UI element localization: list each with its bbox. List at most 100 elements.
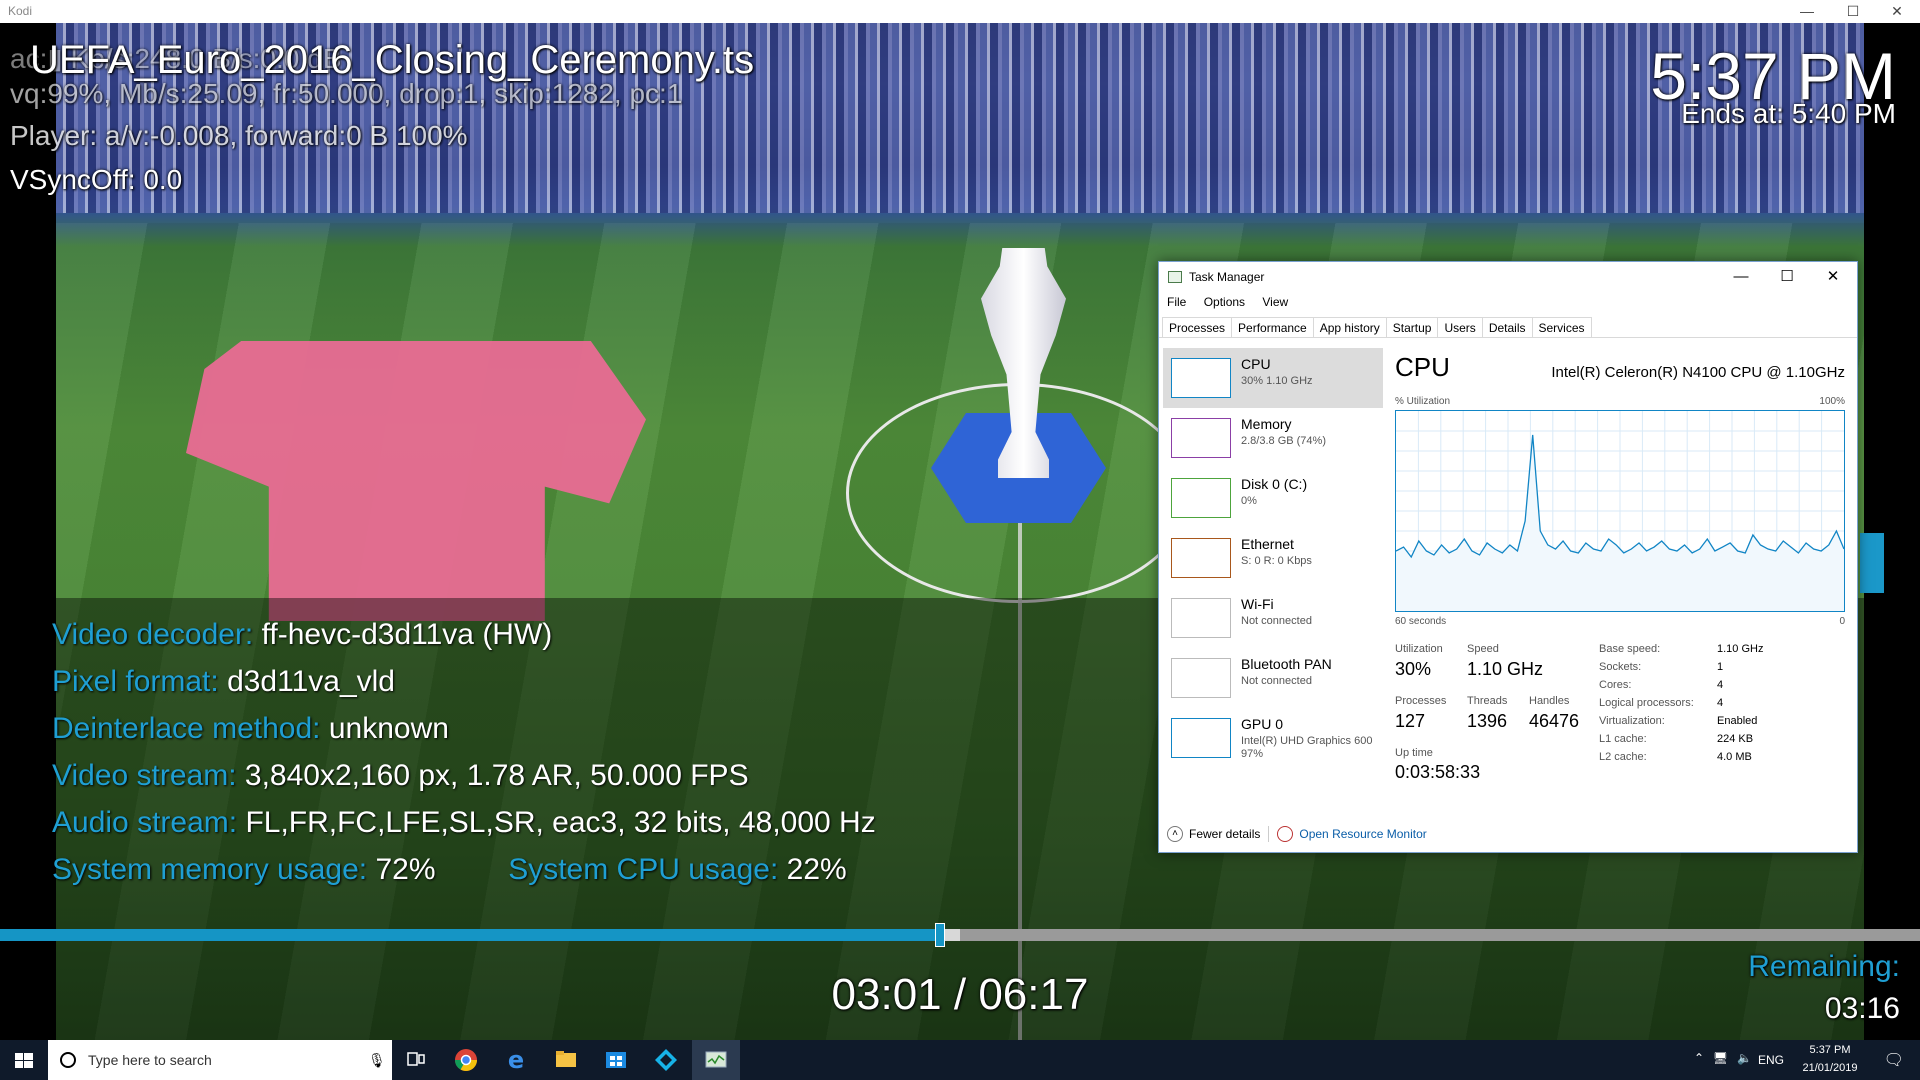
- media-title: UEFA_Euro_2016_Closing_Ceremony.ts: [30, 38, 755, 82]
- task-manager-taskbar-icon[interactable]: [692, 1040, 740, 1080]
- performance-panel: CPU 30% 1.10 GHz Memory 2.8/3.8 GB (74%) Dis…: [1159, 337, 1857, 782]
- video-stream-value: 3,840x2,160 px, 1.78 AR, 50.000 FPS: [244, 759, 749, 792]
- deinterlace-value: unknown: [328, 712, 449, 745]
- volume-icon[interactable]: 🔈: [1737, 1051, 1752, 1065]
- sys-mem-value: 72%: [375, 853, 436, 886]
- resource-name: Wi-Fi: [1241, 596, 1274, 612]
- resource-thumbnail: [1171, 478, 1231, 518]
- sys-cpu-label: System CPU usage:: [508, 853, 779, 886]
- minimize-button[interactable]: —: [1784, 0, 1830, 23]
- tab-users[interactable]: Users: [1437, 317, 1483, 338]
- tm-maximize-button[interactable]: ☐: [1764, 262, 1810, 292]
- sys-cpu-value: 22%: [786, 853, 847, 886]
- graph-time-label: 60 seconds: [1395, 616, 1447, 627]
- tm-footer: ˄ Fewer details Open Resource Monitor: [1167, 826, 1427, 842]
- taskbar-time[interactable]: 5:37 PM: [1792, 1044, 1868, 1056]
- debug-vsync-line: VSyncOff: 0.0: [10, 164, 183, 195]
- cortana-icon: [60, 1052, 76, 1068]
- resource-sub: 0%: [1241, 495, 1257, 507]
- resource-sub: Intel(R) UHD Graphics 600: [1241, 735, 1373, 747]
- resource-sub: Not connected: [1241, 675, 1312, 687]
- tab-processes[interactable]: Processes: [1162, 317, 1233, 338]
- utilization-axis-label: % Utilization: [1395, 396, 1451, 407]
- remaining-label: Remaining:: [1748, 950, 1900, 983]
- side-tab[interactable]: [1860, 533, 1884, 593]
- pixel-format-row: Pixel format: d3d11va_vld: [52, 665, 395, 699]
- video-decoder-row: Video decoder: ff-hevc-d3d11va (HW): [52, 618, 552, 652]
- seek-progress: [0, 929, 939, 941]
- task-manager-icon: [1168, 271, 1182, 283]
- tab-details[interactable]: Details: [1481, 317, 1533, 338]
- task-manager-title: Task Manager: [1189, 270, 1265, 284]
- resource-thumbnail: [1171, 358, 1231, 398]
- tab-app-history[interactable]: App history: [1312, 317, 1387, 338]
- chrome-icon[interactable]: [442, 1040, 490, 1080]
- taskbar-search[interactable]: Type here to search 🎙: [48, 1040, 392, 1080]
- uptime-label: Up time: [1395, 747, 1433, 759]
- edge-icon[interactable]: e: [492, 1040, 540, 1080]
- speed-label: Speed: [1467, 643, 1499, 655]
- kodi-titlebar: Kodi — ☐ ✕: [0, 0, 1920, 23]
- resource-item-wi-fi[interactable]: Wi-Fi Not connected: [1163, 588, 1383, 648]
- windows-start-icon[interactable]: [0, 1040, 48, 1080]
- resource-item-memory[interactable]: Memory 2.8/3.8 GB (74%): [1163, 408, 1383, 468]
- kodi-taskbar-icon[interactable]: [642, 1040, 690, 1080]
- processes-value: 127: [1395, 711, 1426, 731]
- spec-value: Enabled: [1717, 715, 1758, 727]
- resource-name: Memory: [1241, 416, 1292, 432]
- network-icon[interactable]: 🖥: [1713, 1051, 1728, 1065]
- resource-sub: Not connected: [1241, 615, 1312, 627]
- taskbar-date[interactable]: 21/01/2019: [1792, 1062, 1868, 1074]
- window-title: Kodi: [8, 4, 33, 18]
- resource-sub: 2.8/3.8 GB (74%): [1241, 435, 1326, 447]
- utilization-max-label: 100%: [1819, 396, 1845, 407]
- resource-item-cpu[interactable]: CPU 30% 1.10 GHz: [1163, 348, 1383, 408]
- sys-mem-label: System memory usage:: [52, 853, 368, 886]
- seek-handle[interactable]: [934, 923, 945, 947]
- resource-item-disk-0-c[interactable]: Disk 0 (C:) 0%: [1163, 468, 1383, 528]
- resource-list: CPU 30% 1.10 GHz Memory 2.8/3.8 GB (74%) Dis…: [1163, 348, 1383, 768]
- resource-sub: S: 0 R: 0 Kbps: [1241, 555, 1312, 567]
- notifications-icon[interactable]: 🗨: [1884, 1050, 1904, 1070]
- resource-item-ethernet[interactable]: Ethernet S: 0 R: 0 Kbps: [1163, 528, 1383, 588]
- tab-performance[interactable]: Performance: [1231, 317, 1314, 338]
- resource-item-bluetooth-pan[interactable]: Bluetooth PAN Not connected: [1163, 648, 1383, 708]
- store-icon[interactable]: [592, 1040, 640, 1080]
- spec-key: L2 cache:: [1599, 751, 1647, 763]
- video-decoder-value: ff-hevc-d3d11va (HW): [261, 618, 553, 651]
- resource-thumbnail: [1171, 658, 1231, 698]
- menu-view[interactable]: View: [1262, 295, 1288, 309]
- close-button[interactable]: ✕: [1874, 0, 1920, 23]
- tm-menubar: File Options View: [1167, 295, 1302, 309]
- tm-minimize-button[interactable]: —: [1718, 262, 1764, 292]
- tm-close-button[interactable]: ✕: [1810, 262, 1856, 292]
- audio-stream-label: Audio stream:: [52, 806, 238, 839]
- video-decoder-label: Video decoder:: [52, 618, 254, 651]
- language-indicator[interactable]: ENG: [1758, 1053, 1784, 1067]
- tab-services[interactable]: Services: [1531, 317, 1592, 338]
- task-manager-titlebar[interactable]: Task Manager — ☐ ✕: [1159, 262, 1857, 292]
- spec-value: 4: [1717, 679, 1724, 691]
- open-resource-monitor-link[interactable]: Open Resource Monitor: [1299, 827, 1426, 841]
- spec-key: Cores:: [1599, 679, 1632, 691]
- ends-at: Ends at: 5:40 PM: [1681, 98, 1896, 129]
- fewer-details-link[interactable]: Fewer details: [1189, 827, 1260, 841]
- resource-item-gpu-0[interactable]: GPU 0 Intel(R) UHD Graphics 600 97%: [1163, 708, 1383, 768]
- cpu-model: Intel(R) Celeron(R) N4100 CPU @ 1.10GHz: [1551, 364, 1845, 381]
- resource-name: GPU 0: [1241, 716, 1284, 732]
- microphone-icon[interactable]: 🎙: [368, 1052, 386, 1068]
- system-usage-row: System memory usage: 72% System CPU usag…: [52, 853, 847, 887]
- task-view-icon[interactable]: [392, 1040, 440, 1080]
- menu-options[interactable]: Options: [1204, 295, 1245, 309]
- maximize-button[interactable]: ☐: [1830, 0, 1876, 23]
- resource-thumbnail: [1171, 718, 1231, 758]
- chevron-up-icon[interactable]: ⌃: [1694, 1051, 1704, 1065]
- speed-value: 1.10 GHz: [1467, 659, 1544, 679]
- tab-startup[interactable]: Startup: [1385, 317, 1439, 338]
- spec-key: L1 cache:: [1599, 733, 1647, 745]
- menu-file[interactable]: File: [1167, 295, 1186, 309]
- file-explorer-icon[interactable]: [542, 1040, 590, 1080]
- task-manager-window[interactable]: Task Manager — ☐ ✕ File Options View Pro…: [1158, 261, 1858, 853]
- search-input[interactable]: Type here to search: [88, 1052, 212, 1068]
- utilization-label: Utilization: [1395, 643, 1443, 655]
